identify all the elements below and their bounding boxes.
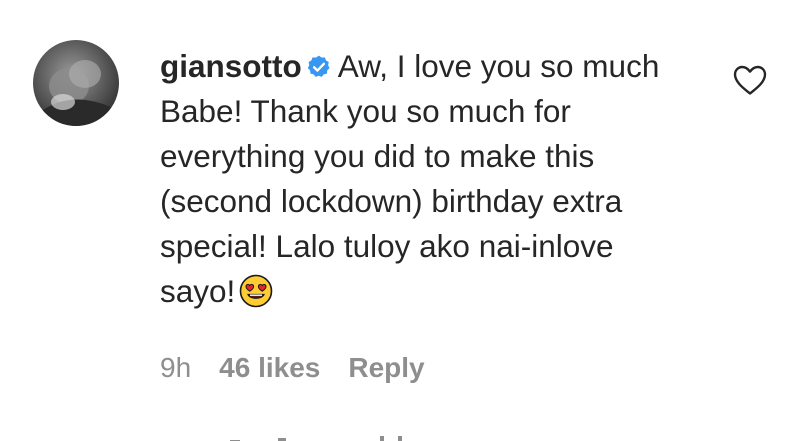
comment-timestamp[interactable]: 9h bbox=[160, 352, 191, 383]
avatar[interactable] bbox=[33, 40, 119, 126]
reply-button[interactable]: Reply bbox=[348, 352, 424, 383]
next-line-fragment bbox=[230, 436, 402, 441]
comment-meta: 9h 46 likes Reply bbox=[160, 348, 453, 388]
comment-username[interactable]: giansotto bbox=[160, 48, 302, 84]
heart-eyes-emoji-icon bbox=[239, 274, 273, 308]
comment: giansotto Aw, I love you so much Babe! Th… bbox=[0, 0, 800, 441]
likes-count[interactable]: 46 likes bbox=[219, 352, 320, 383]
comment-body: giansotto Aw, I love you so much Babe! Th… bbox=[160, 44, 680, 314]
avatar-photo bbox=[33, 60, 119, 126]
heart-outline-icon[interactable] bbox=[732, 64, 768, 96]
comment-text: Aw, I love you so much Babe! Thank you s… bbox=[160, 48, 660, 309]
verified-badge-icon bbox=[306, 47, 332, 77]
